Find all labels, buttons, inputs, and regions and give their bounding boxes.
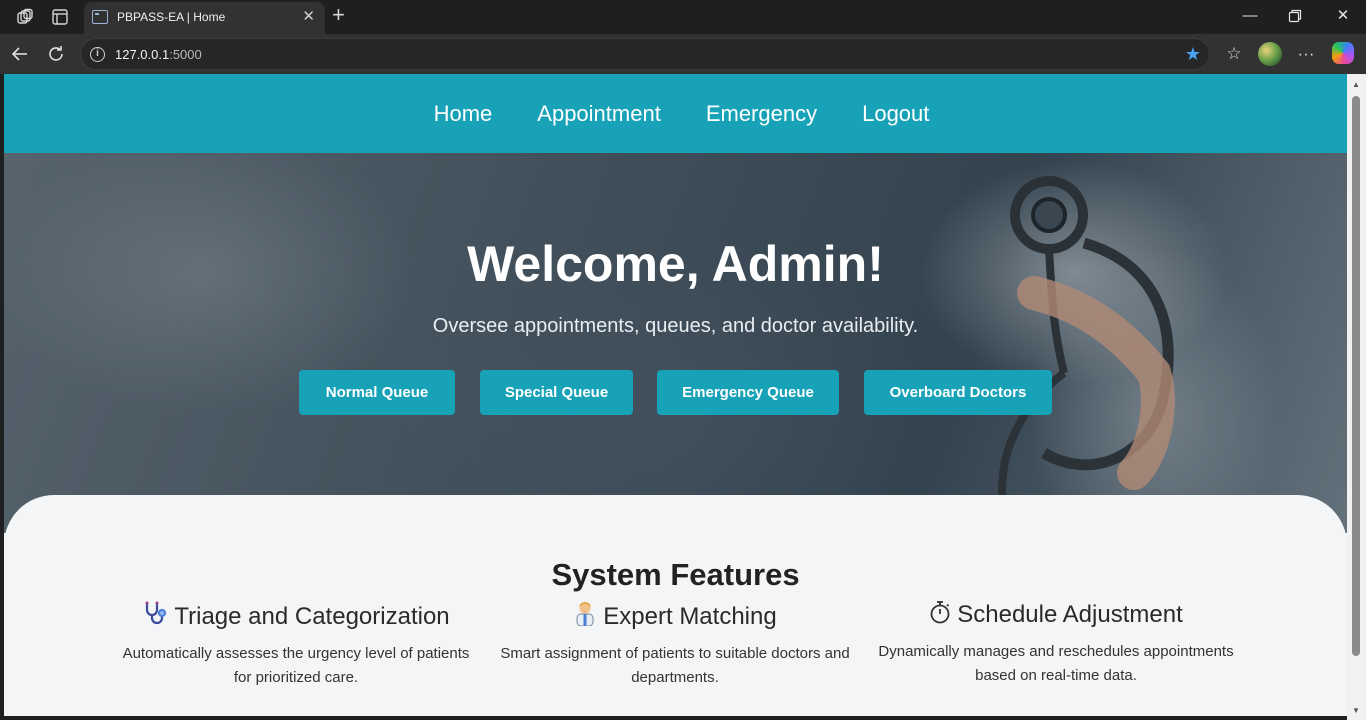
stethoscope-image — [998, 176, 1175, 514]
minimize-icon[interactable]: — — [1240, 6, 1260, 26]
url-input[interactable]: i 127.0.0.1:5000 ★ — [80, 38, 1210, 70]
scroll-down-arrow-icon[interactable]: ▼ — [1352, 706, 1360, 715]
feature-description: Smart assignment of patients to suitable… — [500, 645, 850, 686]
feature-description: Automatically assesses the urgency level… — [122, 645, 470, 686]
scroll-up-arrow-icon[interactable]: ▲ — [1352, 80, 1360, 89]
special-queue-button[interactable]: Special Queue — [480, 370, 633, 415]
scroll-thumb[interactable] — [1352, 96, 1360, 656]
feature-heading: Expert Matching — [495, 600, 855, 631]
close-tab-icon[interactable]: ✕ — [302, 9, 315, 25]
copilot-icon[interactable] — [1332, 42, 1354, 64]
doctor-icon — [576, 602, 594, 626]
tab-home[interactable]: PBPASS-EA | Home ✕ — [84, 2, 325, 34]
feature-heading: Schedule Adjustment — [876, 600, 1236, 629]
browser-address-bar: i 127.0.0.1:5000 ★ ☆ ··· — [0, 34, 1366, 74]
normal-queue-button[interactable]: Normal Queue — [299, 370, 455, 415]
browser-tab-bar: PBPASS-EA | Home ✕ + — ✕ — [0, 0, 1366, 34]
feature-heading: Triage and Categorization — [116, 600, 476, 631]
welcome-subtitle: Oversee appointments, queues, and doctor… — [432, 315, 919, 337]
features-section: System Features Triage and Categorizatio… — [4, 495, 1347, 716]
page-viewport: Home Appointment Emergency Logout Welcom… — [4, 74, 1347, 716]
refresh-icon[interactable] — [46, 44, 66, 64]
tab-title: PBPASS-EA | Home — [117, 10, 226, 24]
emergency-queue-button[interactable]: Emergency Queue — [657, 370, 839, 415]
welcome-heading: Welcome, Admin! — [467, 236, 884, 292]
top-navbar: Home Appointment Emergency Logout — [4, 74, 1347, 153]
site-info-icon[interactable]: i — [90, 47, 105, 62]
features-title: System Features — [551, 557, 800, 592]
page-favicon-icon — [92, 10, 108, 24]
stopwatch-icon — [930, 601, 950, 624]
restore-icon[interactable] — [1288, 9, 1302, 23]
profile-avatar[interactable] — [1258, 42, 1282, 66]
page-scrollbar[interactable]: ▲ ▼ — [1347, 74, 1366, 720]
hero-section: Welcome, Admin! Oversee appointments, qu… — [4, 153, 1347, 533]
nav-emergency-link[interactable]: Emergency — [706, 101, 817, 127]
nav-appointment-link[interactable]: Appointment — [537, 101, 661, 127]
tab-actions-icon[interactable] — [51, 8, 69, 26]
back-arrow-icon[interactable] — [10, 44, 30, 64]
new-tab-icon[interactable]: + — [332, 4, 345, 26]
feature-description: Dynamically manages and reschedules appo… — [878, 643, 1234, 684]
url-text: 127.0.0.1:5000 — [115, 47, 202, 62]
nav-logout-link[interactable]: Logout — [862, 101, 929, 127]
nav-home-link[interactable]: Home — [434, 101, 493, 127]
feature-card: Triage and Categorization Automatically … — [116, 600, 476, 690]
more-options-icon[interactable]: ··· — [1295, 43, 1317, 65]
favorite-star-icon[interactable]: ★ — [1185, 45, 1201, 63]
overboard-doctors-button[interactable]: Overboard Doctors — [864, 370, 1052, 415]
close-window-icon[interactable]: ✕ — [1333, 6, 1353, 26]
feature-card: Schedule Adjustment Dynamically manages … — [876, 600, 1236, 688]
feature-card: Expert Matching Smart assignment of pati… — [495, 600, 855, 690]
favorites-icon[interactable]: ☆ — [1223, 43, 1245, 65]
stethoscope-icon — [145, 601, 167, 625]
workspaces-icon[interactable] — [16, 8, 34, 26]
